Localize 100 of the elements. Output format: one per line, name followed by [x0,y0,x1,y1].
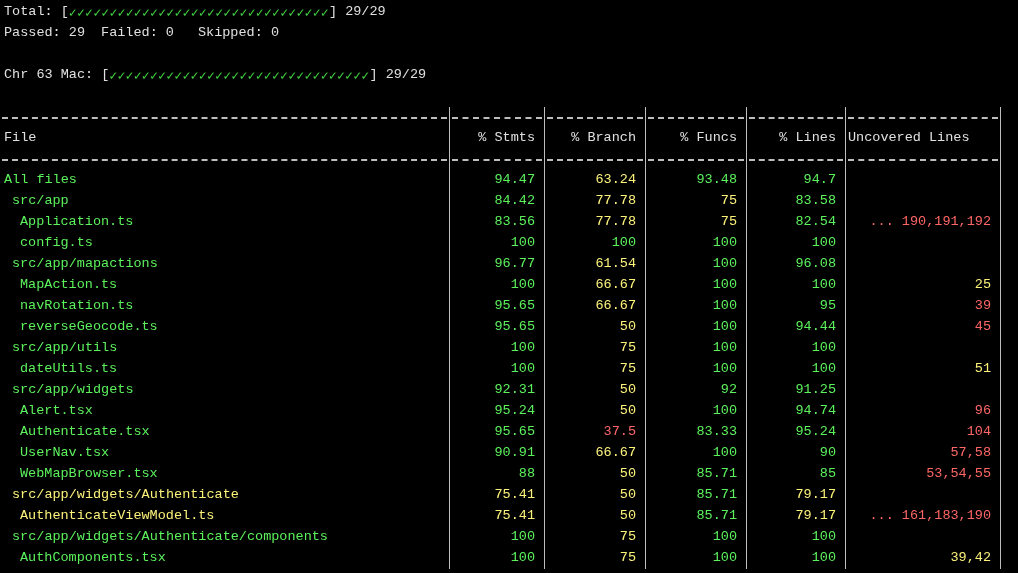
file-name: Application.ts [20,213,134,232]
coverage-value: 53,54,55 [926,465,991,484]
coverage-value: 63.24 [595,171,636,190]
coverage-value: 96 [974,402,991,421]
coverage-value: 95.65 [494,318,535,337]
coverage-value: 61.54 [595,255,636,274]
coverage-value: 90.91 [494,444,535,463]
file-name: dateUtils.ts [20,360,118,379]
coverage-value: 50 [619,486,636,505]
coverage-value: 75 [720,192,737,211]
file-name: src/app/widgets [12,381,134,400]
coverage-value: 95.65 [494,423,535,442]
coverage-value: 75 [619,360,636,379]
coverage-value: 104 [966,423,991,442]
coverage-value: 100 [811,339,836,358]
coverage-value: 100 [811,276,836,295]
progress-label: Total: [4,3,54,22]
coverage-value: 75 [619,528,636,547]
coverage-value: 100 [712,444,737,463]
test-count: Failed: 0 [101,24,174,43]
coverage-value: 94.44 [795,318,836,337]
tick-marks: ✓✓✓✓✓✓✓✓✓✓✓✓✓✓✓✓✓✓✓✓✓✓✓✓✓✓✓✓✓✓✓✓ [68,3,329,23]
coverage-value: 100 [712,360,737,379]
coverage-value: 37.5 [603,423,636,442]
bracket: [ [60,3,69,22]
column-header: % Lines [779,129,836,148]
coverage-value: 79.17 [795,507,836,526]
file-name: All files [4,171,77,190]
bracket: ] [369,66,378,85]
coverage-value: 66.67 [595,276,636,295]
coverage-value: 75.41 [494,507,535,526]
file-name: src/app/widgets/Authenticate [12,486,239,505]
coverage-value: 85 [819,465,836,484]
test-count: Passed: 29 [4,24,86,43]
coverage-value: 100 [712,234,737,253]
file-name: src/app/utils [12,339,118,358]
column-header: Uncovered Lines [848,129,970,148]
coverage-value: 100 [510,276,535,295]
coverage-value: 66.67 [595,444,636,463]
column-header: File [4,130,37,146]
coverage-value: 90 [819,444,836,463]
coverage-value: 100 [811,234,836,253]
coverage-value: 82.54 [795,213,836,232]
coverage-value: 100 [712,549,737,568]
coverage-value: 100 [611,234,636,253]
coverage-value: 100 [712,255,737,274]
coverage-value: 92 [720,381,737,400]
bracket: ] [328,3,338,22]
coverage-value: 96.08 [795,255,836,274]
coverage-value: 94.47 [494,171,535,190]
coverage-value: 84.42 [494,192,535,211]
file-name: config.ts [20,234,93,253]
coverage-value: ... 161,183,190 [869,507,991,526]
coverage-value: 25 [974,276,991,295]
file-name: navRotation.ts [20,297,134,316]
coverage-value: 75 [619,339,636,358]
coverage-value: 79.17 [795,486,836,505]
coverage-value: 50 [619,507,636,526]
file-name: AuthComponents.tsx [20,549,166,568]
coverage-value: 39,42 [950,549,991,568]
coverage-value: 85.71 [696,465,737,484]
coverage-value: 93.48 [696,171,737,190]
column-header: % Stmts [478,129,535,148]
coverage-value: 51 [974,360,991,379]
coverage-value: 100 [712,339,737,358]
coverage-value: 75.41 [494,486,535,505]
bracket: [ [101,66,110,85]
coverage-value: 100 [712,318,737,337]
coverage-value: ... 190,191,192 [869,213,991,232]
tick-marks: ✓✓✓✓✓✓✓✓✓✓✓✓✓✓✓✓✓✓✓✓✓✓✓✓✓✓✓✓✓✓✓✓ [109,66,370,86]
file-name: src/app/widgets/Authenticate/components [12,528,328,547]
coverage-value: 95 [819,297,836,316]
test-count: Skipped: 0 [197,24,279,43]
coverage-value: 94.74 [795,402,836,421]
column-header: % Funcs [680,129,737,148]
coverage-value: 50 [619,402,636,421]
coverage-value: 77.78 [595,213,636,232]
coverage-value: 77.78 [595,192,636,211]
coverage-value: 100 [811,528,836,547]
progress-count: 29/29 [344,3,386,22]
coverage-value: 75 [720,213,737,232]
coverage-value: 100 [510,234,535,253]
coverage-value: 100 [811,549,836,568]
coverage-value: 95.24 [494,402,535,421]
coverage-value: 88 [518,465,535,484]
coverage-value: 96.77 [494,255,535,274]
coverage-value: 75 [619,549,636,568]
file-name: WebMapBrowser.tsx [20,465,158,484]
coverage-value: 85.71 [696,507,737,526]
file-name: Alert.tsx [20,402,93,421]
progress-count: 29/29 [384,66,427,85]
coverage-value: 39 [974,297,991,316]
coverage-value: 100 [712,276,737,295]
file-name: reverseGeocode.ts [20,318,158,337]
coverage-value: 100 [510,360,535,379]
coverage-value: 83.33 [696,423,737,442]
coverage-value: 95.24 [795,423,836,442]
coverage-value: 50 [619,465,636,484]
coverage-value: 100 [811,360,836,379]
coverage-value: 45 [974,318,991,337]
